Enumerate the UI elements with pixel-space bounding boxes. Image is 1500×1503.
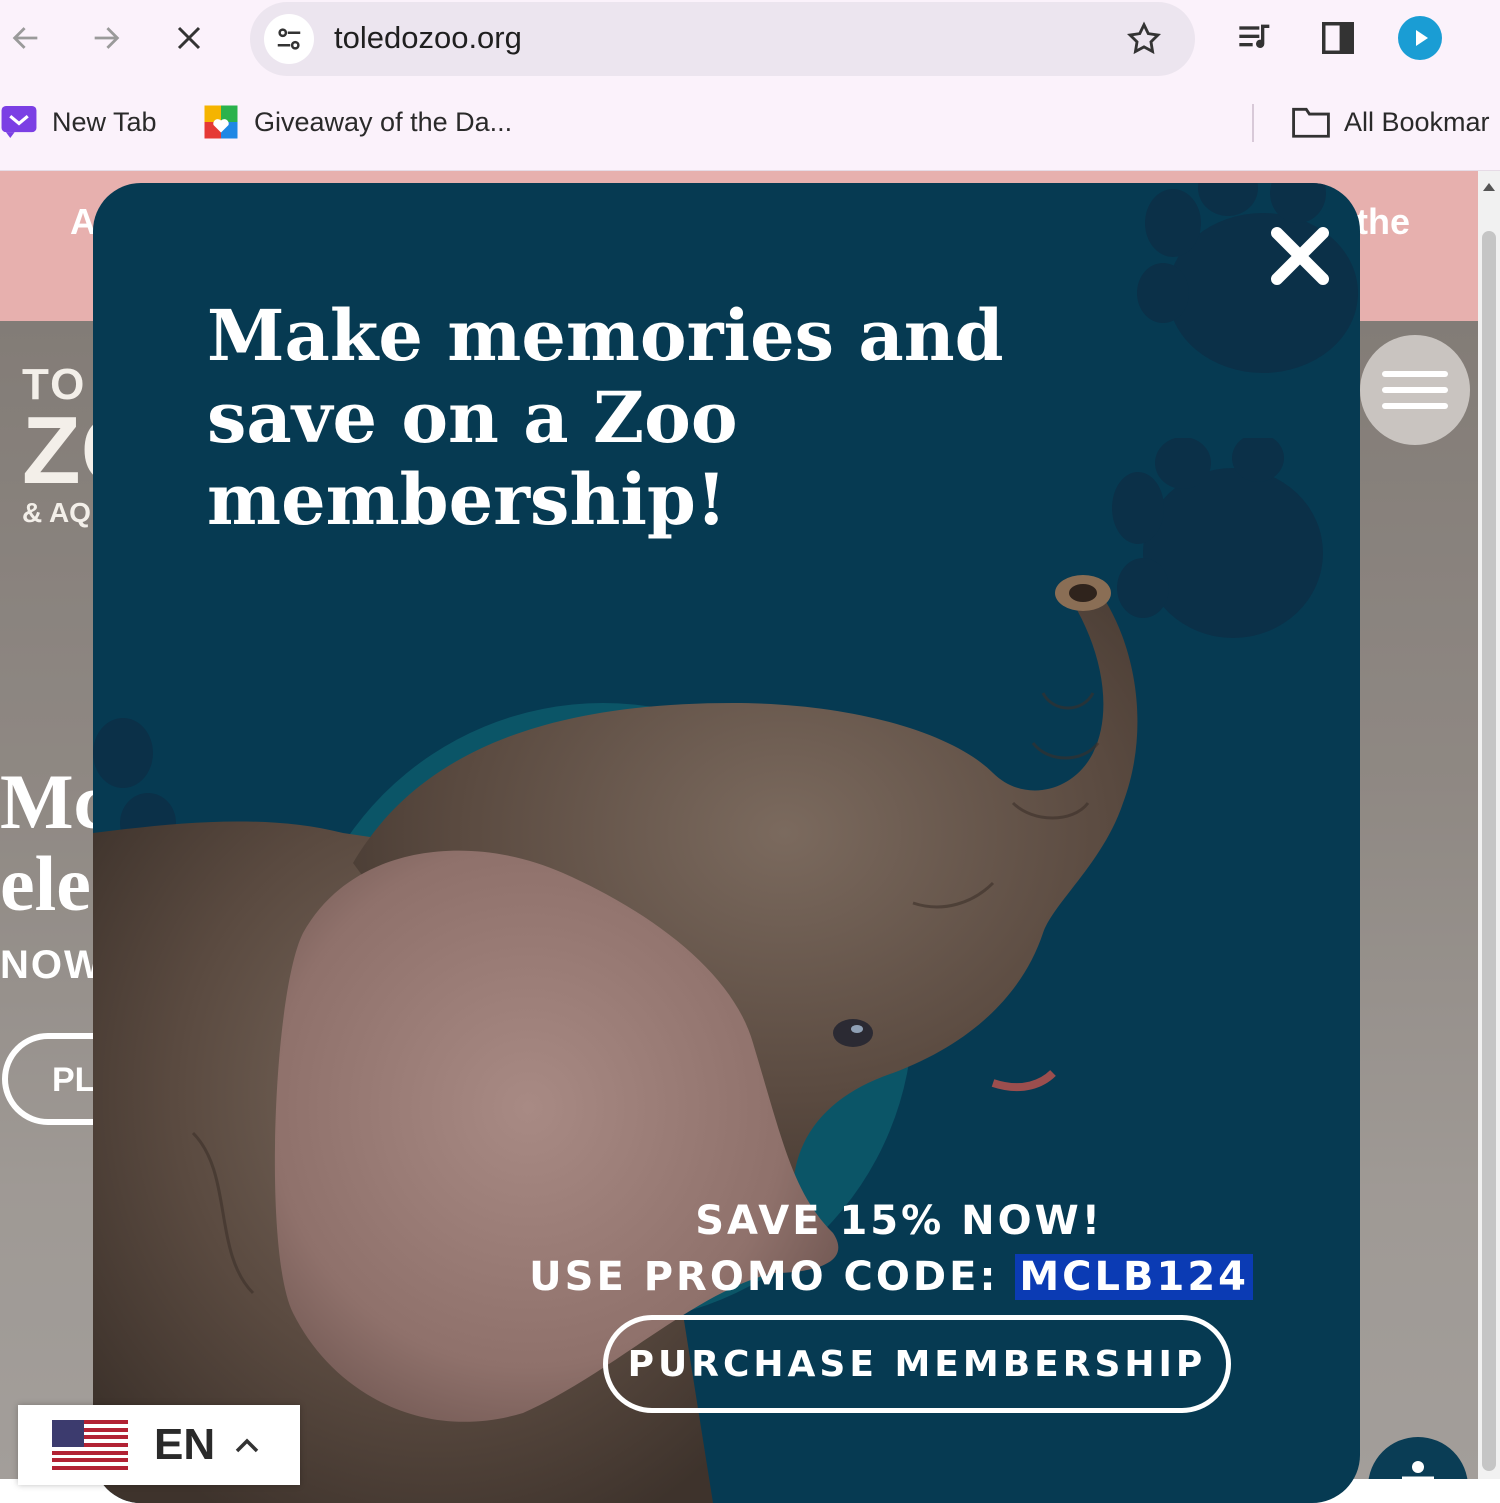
popup-title: Make memories and save on a Zoo membersh… bbox=[207, 294, 1004, 541]
close-popup-button[interactable] bbox=[1263, 219, 1337, 293]
menu-bar bbox=[1382, 387, 1448, 393]
url-text[interactable]: toledozoo.org bbox=[334, 20, 522, 56]
bookmark-label: New Tab bbox=[52, 106, 157, 137]
promo-text: SAVE 15% NOW! USE PROMO CODE: MCLB124 bbox=[373, 1193, 1253, 1305]
new-tab-icon bbox=[0, 103, 38, 141]
close-icon bbox=[177, 26, 201, 50]
membership-popup: Make memories and save on a Zoo membersh… bbox=[93, 183, 1360, 1503]
hero-title-line: ele bbox=[0, 840, 91, 927]
promo-code-line: USE PROMO CODE: MCLB124 bbox=[373, 1249, 1253, 1305]
alert-text-right: the bbox=[1356, 201, 1410, 242]
tune-icon bbox=[277, 28, 301, 50]
hero-subtitle: NOW bbox=[0, 943, 104, 987]
bookmarks-bar: New Tab Giveaway of the Da... All Bookma… bbox=[0, 80, 1500, 171]
menu-bar bbox=[1382, 403, 1448, 409]
play-circle-icon bbox=[1398, 16, 1442, 60]
queue-music-icon bbox=[1239, 24, 1270, 48]
profile-extension-button[interactable] bbox=[1396, 14, 1444, 62]
promo-headline: SAVE 15% NOW! bbox=[695, 1198, 1103, 1244]
bookmark-label: Giveaway of the Da... bbox=[254, 106, 513, 137]
browser-toolbar: toledozoo.org bbox=[0, 0, 1500, 80]
all-bookmarks-button[interactable]: All Bookmar bbox=[1292, 102, 1490, 142]
menu-bar bbox=[1382, 371, 1448, 377]
scrollbar[interactable] bbox=[1478, 171, 1500, 1479]
bookmark-star-button[interactable] bbox=[1123, 18, 1165, 60]
side-panel-icon bbox=[1322, 22, 1354, 54]
folder-icon bbox=[1292, 103, 1330, 141]
forward-arrow-icon bbox=[94, 27, 120, 49]
hamburger-menu-button[interactable] bbox=[1360, 335, 1470, 445]
chevron-up-icon bbox=[235, 1438, 259, 1453]
site-info-button[interactable] bbox=[264, 14, 314, 64]
star-icon bbox=[1127, 21, 1161, 55]
bookmark-giveaway[interactable]: Giveaway of the Da... bbox=[202, 102, 512, 142]
media-control-button[interactable] bbox=[1232, 14, 1280, 62]
accessibility-icon bbox=[1402, 1461, 1434, 1479]
accessibility-button[interactable] bbox=[1368, 1437, 1468, 1479]
hero-title: Mc ele bbox=[0, 761, 108, 925]
bookmark-new-tab[interactable]: New Tab bbox=[0, 102, 157, 142]
bookmarks-separator bbox=[1252, 104, 1254, 142]
forward-button[interactable] bbox=[82, 14, 130, 62]
scrollbar-thumb[interactable] bbox=[1482, 231, 1496, 1471]
stop-loading-button[interactable] bbox=[165, 14, 213, 62]
us-flag-icon bbox=[52, 1420, 128, 1470]
close-icon bbox=[1271, 227, 1329, 285]
promo-code-prefix: USE PROMO CODE: bbox=[529, 1254, 1016, 1300]
scroll-up-arrow-icon[interactable] bbox=[1483, 183, 1495, 191]
giveaway-icon bbox=[202, 103, 240, 141]
purchase-membership-button[interactable]: PURCHASE MEMBERSHIP bbox=[603, 1315, 1231, 1413]
address-bar[interactable]: toledozoo.org bbox=[250, 2, 1195, 76]
language-selector[interactable]: EN bbox=[18, 1405, 300, 1485]
back-button[interactable] bbox=[2, 14, 50, 62]
back-arrow-icon bbox=[12, 27, 38, 49]
hero-title-line: Mc bbox=[0, 758, 109, 845]
side-panel-button[interactable] bbox=[1314, 14, 1362, 62]
language-code: EN bbox=[154, 1420, 216, 1469]
all-bookmarks-label: All Bookmar bbox=[1344, 106, 1490, 137]
promo-code[interactable]: MCLB124 bbox=[1015, 1254, 1253, 1300]
